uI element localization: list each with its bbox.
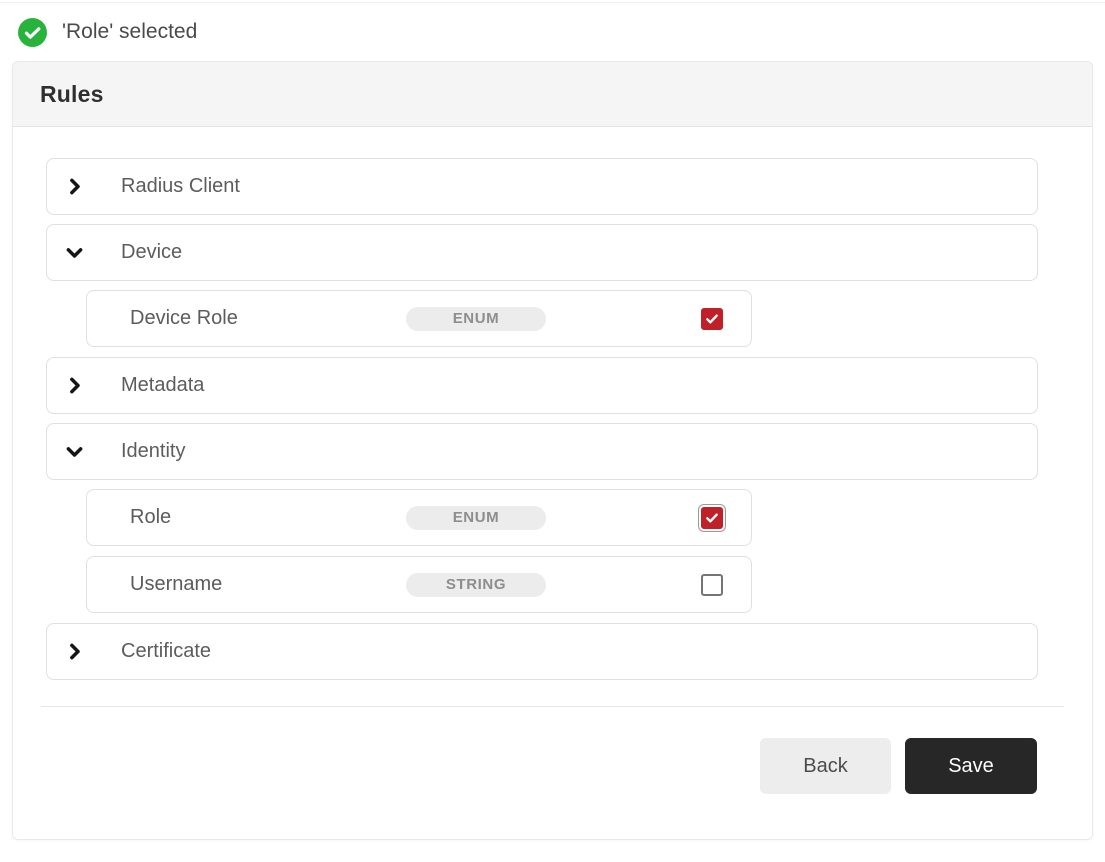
section-row-certificate[interactable]: Certificate xyxy=(46,623,1038,680)
check-circle-icon xyxy=(18,18,47,47)
type-badge: ENUM xyxy=(406,307,546,331)
attribute-row: Username STRING xyxy=(86,556,752,613)
attribute-group: Role ENUM Username STRING xyxy=(86,489,752,613)
panel-header: Rules xyxy=(13,62,1092,127)
banner-message: 'Role' selected xyxy=(62,20,197,44)
section-label: Certificate xyxy=(121,640,211,663)
checkmark-icon xyxy=(704,510,720,526)
chevron-right-icon xyxy=(64,375,85,396)
panel-title: Rules xyxy=(40,81,104,108)
attribute-row: Role ENUM xyxy=(86,489,752,546)
attribute-label: Device Role xyxy=(130,307,406,330)
attribute-label: Role xyxy=(130,506,406,529)
attribute-checkbox[interactable] xyxy=(701,507,723,529)
save-button[interactable]: Save xyxy=(905,738,1037,794)
chevron-right-icon xyxy=(64,641,85,662)
attribute-checkbox[interactable] xyxy=(701,574,723,596)
panel-content: Radius Client Device Device Role ENUM xyxy=(13,127,1092,794)
checkmark-icon xyxy=(704,311,720,327)
attribute-group: Device Role ENUM xyxy=(86,290,752,347)
section-label: Metadata xyxy=(121,374,204,397)
section-row-metadata[interactable]: Metadata xyxy=(46,357,1038,414)
section-row-identity[interactable]: Identity xyxy=(46,423,1038,480)
chevron-down-icon xyxy=(64,242,85,263)
attribute-checkbox[interactable] xyxy=(701,308,723,330)
section-label: Identity xyxy=(121,440,185,463)
sections-list: Radius Client Device Device Role ENUM xyxy=(46,158,1038,680)
attribute-row: Device Role ENUM xyxy=(86,290,752,347)
chevron-right-icon xyxy=(64,176,85,197)
success-banner: 'Role' selected xyxy=(0,3,1105,61)
chevron-down-icon xyxy=(64,441,85,462)
back-button[interactable]: Back xyxy=(760,738,891,794)
footer-buttons: Back Save xyxy=(41,738,1037,794)
type-badge: STRING xyxy=(406,573,546,597)
footer-divider xyxy=(41,706,1064,707)
section-label: Device xyxy=(121,241,182,264)
attribute-label: Username xyxy=(130,573,406,596)
type-badge: ENUM xyxy=(406,506,546,530)
section-row-device[interactable]: Device xyxy=(46,224,1038,281)
section-row-radius-client[interactable]: Radius Client xyxy=(46,158,1038,215)
section-label: Radius Client xyxy=(121,175,240,198)
rules-panel: Rules Radius Client Device Device Role E… xyxy=(12,61,1093,840)
